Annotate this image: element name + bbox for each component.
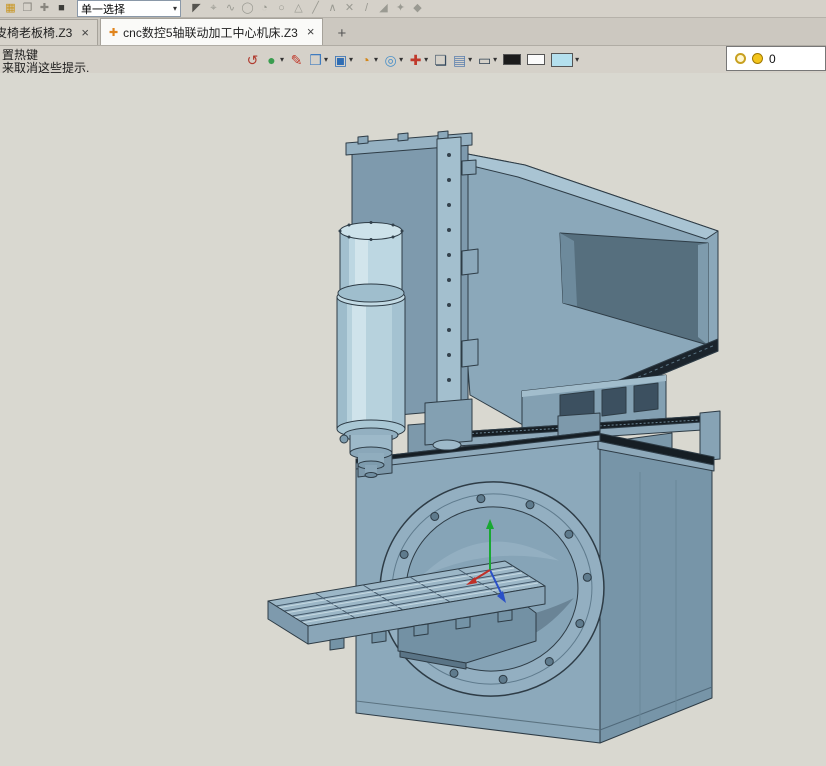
display-monitor-icon[interactable]: ▭ (476, 51, 493, 69)
snap-polyline-icon[interactable]: ∧ (324, 1, 341, 16)
color-wheel-icon[interactable]: ◔ (357, 51, 374, 69)
black-color-swatch[interactable] (503, 54, 522, 65)
window-zoom-icon[interactable]: ❏ (432, 51, 449, 69)
snap-ellipse-icon[interactable]: ○ (273, 1, 290, 16)
display-monitor-icon-dropdown[interactable]: ▾ (493, 52, 497, 68)
lightbulb-on-icon[interactable] (735, 53, 746, 64)
axis-target-icon-dropdown[interactable]: ▾ (424, 52, 428, 68)
tab-label: cnc数控5轴联动加工中心机床.Z3 (123, 25, 298, 40)
snap-corner-icon[interactable]: ◢ (375, 1, 392, 16)
background-color-swatch[interactable] (551, 52, 574, 67)
app-window: ▦ ❐ ✚ ■ 单一选择 ▾ ◤ ⌖ ∿ ◯ ◔ ○ △ ╱ ∧ ✕ / ◢ ✦ ◆ 皮椅老板椅.Z3 × ✚ … (0, 0, 826, 765)
material-render-icon-dropdown[interactable]: ▾ (280, 52, 284, 68)
view-orientation-cube-icon[interactable]: ▣ (332, 51, 349, 69)
tab-document-cnc-machine[interactable]: ✚ cnc数控5轴联动加工中心机床.Z3 × (99, 18, 324, 45)
snap-slash-icon[interactable]: / (358, 1, 375, 16)
snap-diamond-icon[interactable]: ◆ (409, 1, 426, 16)
selection-mode-value: 单一选择 (81, 3, 125, 16)
new-tab-button[interactable]: + (337, 26, 346, 41)
measure-pencil-icon[interactable]: ✎ (288, 51, 305, 69)
grid-ruler-icon[interactable]: ▤ (451, 51, 468, 69)
pin-icon[interactable]: ✚ (36, 1, 53, 16)
snap-triangle-icon[interactable]: △ (290, 1, 307, 16)
background-color-swatch-dropdown[interactable]: ▾ (575, 52, 579, 68)
regen-refresh-icon[interactable]: ↺ (244, 51, 261, 69)
snap-curve-icon[interactable]: ∿ (222, 1, 239, 16)
select-arrow-icon[interactable]: ◤ (188, 1, 205, 16)
tab-close-icon[interactable]: × (81, 26, 89, 39)
color-wheel-icon-dropdown[interactable]: ▾ (374, 52, 378, 68)
selection-mode-combo[interactable]: 单一选择 ▾ (77, 0, 181, 17)
hint-text: 置热键 来取消这些提示. (2, 49, 89, 75)
snap-circle-icon[interactable]: ◯ (239, 1, 256, 16)
fill-swatch-icon[interactable]: ■ (53, 1, 70, 16)
view-orientation-cube-icon-dropdown[interactable]: ▾ (349, 52, 353, 68)
white-color-swatch[interactable] (527, 54, 546, 65)
tab-close-icon[interactable]: × (307, 25, 315, 38)
material-render-icon[interactable]: ● (263, 51, 280, 69)
snap-cross-icon[interactable]: ✕ (341, 1, 358, 16)
grid-ruler-icon-dropdown[interactable]: ▾ (468, 52, 472, 68)
top-toolbar: ▦ ❐ ✚ ■ 单一选择 ▾ ◤ ⌖ ∿ ◯ ◔ ○ △ ╱ ∧ ✕ / ◢ ✦ ◆ (0, 0, 826, 18)
light-color-icon[interactable] (752, 53, 763, 64)
quick-access-icons: ▦ ❐ ✚ ■ (2, 1, 70, 16)
light-control[interactable]: 0 (726, 46, 826, 71)
modified-document-icon: ✚ (108, 26, 119, 39)
view-toolbar-icons: ↺ ● ▾ ✎ ❒ ▾ ▣ ▾ ◔ ▾ ◎ ▾ ✚ ▾ ❏ ▤ ▾ ▭ ▾ ▾ (244, 51, 581, 69)
axis-target-icon[interactable]: ✚ (407, 51, 424, 69)
snap-filter-icons: ◤ ⌖ ∿ ◯ ◔ ○ △ ╱ ∧ ✕ / ◢ ✦ ◆ (188, 1, 426, 16)
model-canvas[interactable] (0, 73, 826, 765)
snap-star-icon[interactable]: ✦ (392, 1, 409, 16)
app-logo-icon[interactable]: ▦ (2, 1, 19, 16)
cnc-machine-model[interactable] (0, 73, 826, 766)
combo-dropdown-arrow[interactable]: ▾ (173, 4, 177, 13)
document-tab-bar: 皮椅老板椅.Z3 × ✚ cnc数控5轴联动加工中心机床.Z3 × + (0, 18, 826, 46)
shade-mode-icon[interactable]: ◎ (382, 51, 399, 69)
isometric-view-cube-icon[interactable]: ❒ (307, 51, 324, 69)
tab-label: 皮椅老板椅.Z3 (0, 26, 73, 40)
isometric-view-cube-icon-dropdown[interactable]: ▾ (324, 52, 328, 68)
snap-point-icon[interactable]: ⌖ (205, 1, 222, 16)
snap-line-icon[interactable]: ╱ (307, 1, 324, 16)
shade-mode-icon-dropdown[interactable]: ▾ (399, 52, 403, 68)
tab-document-chair[interactable]: 皮椅老板椅.Z3 × (0, 19, 98, 45)
snap-arc-icon[interactable]: ◔ (256, 1, 273, 16)
view-toolbar: 置热键 来取消这些提示. ↺ ● ▾ ✎ ❒ ▾ ▣ ▾ ◔ ▾ ◎ ▾ ✚ ▾ ❏ ▤ ▾ ▭ ▾ ▾ 0 (0, 46, 826, 75)
clipboard-icon[interactable]: ❐ (19, 1, 36, 16)
light-count: 0 (769, 51, 776, 66)
